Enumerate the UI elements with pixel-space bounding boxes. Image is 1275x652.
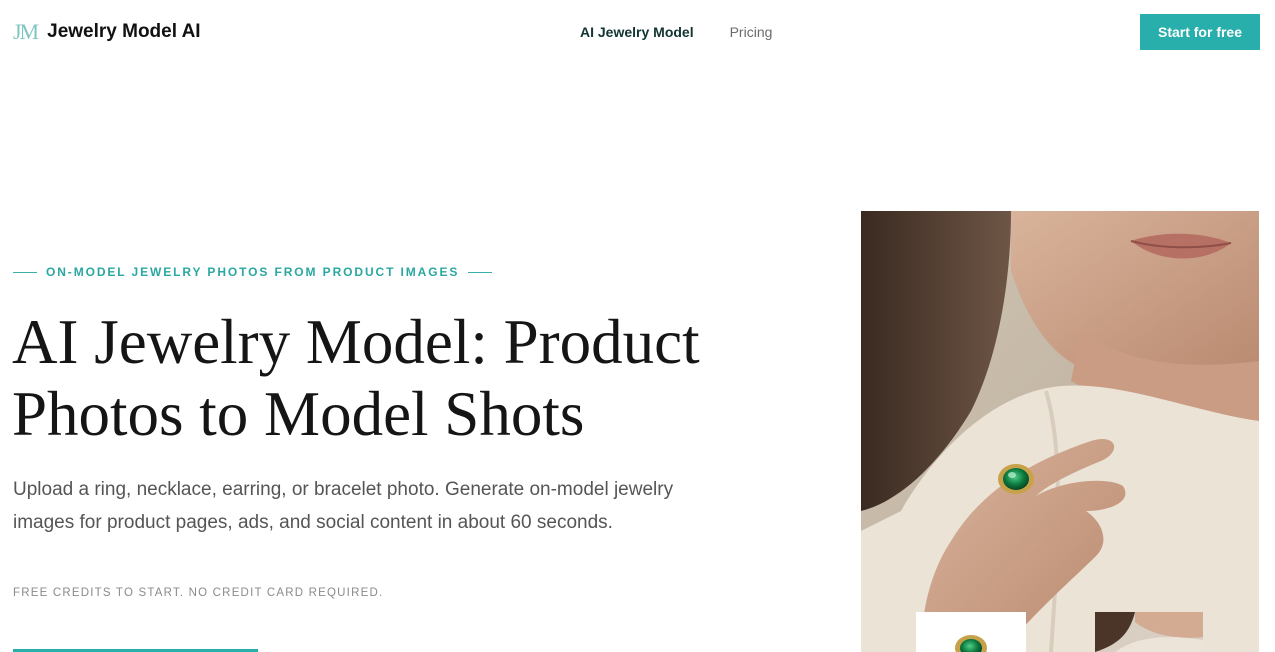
- headline-line-1: AI Jewelry Model: Product: [12, 307, 700, 377]
- thumbnail-ring-product[interactable]: [916, 612, 1026, 652]
- hero-model-photo: [861, 211, 1259, 652]
- logo-text: Jewelry Model AI: [47, 21, 201, 42]
- ring-product-thumbnail-art: [916, 612, 1026, 652]
- hero-fineprint: FREE CREDITS TO START. NO CREDIT CARD RE…: [13, 587, 384, 599]
- nav-link-ai-jewelry-model[interactable]: AI Jewelry Model: [580, 23, 694, 41]
- hero-headline: AI Jewelry Model: Product Photos to Mode…: [12, 306, 812, 450]
- eyebrow-rule-left: [13, 271, 37, 273]
- model-shot-thumbnail-art: [1095, 612, 1203, 652]
- eyebrow-rule-right: [468, 271, 493, 273]
- jm-monogram-icon: JM: [13, 19, 39, 44]
- main-nav: AI Jewelry Model Pricing: [580, 23, 772, 41]
- start-for-free-button[interactable]: Start for free: [1140, 14, 1260, 50]
- headline-line-2: Photos to Model Shots: [12, 379, 585, 449]
- model-photo-illustration: [861, 211, 1259, 652]
- eyebrow-text: ON-MODEL JEWELRY PHOTOS FROM PRODUCT IMA…: [46, 265, 460, 279]
- thumbnail-model-shot[interactable]: [1095, 612, 1203, 652]
- hero-subtext: Upload a ring, necklace, earring, or bra…: [13, 479, 674, 533]
- landing-page: JM Jewelry Model AI AI Jewelry Model Pri…: [0, 0, 1275, 652]
- logo[interactable]: JM Jewelry Model AI: [13, 16, 201, 48]
- hero-eyebrow: ON-MODEL JEWELRY PHOTOS FROM PRODUCT IMA…: [13, 264, 493, 280]
- nav-link-pricing[interactable]: Pricing: [730, 23, 773, 41]
